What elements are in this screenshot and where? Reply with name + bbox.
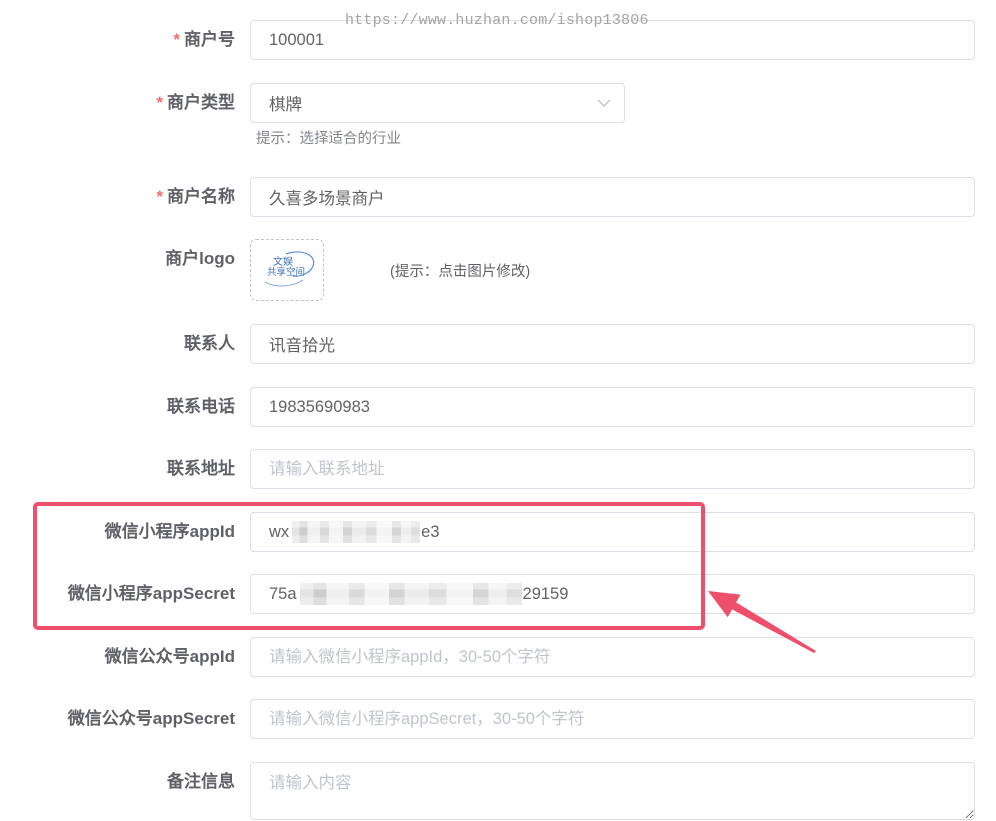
merchant-type-select[interactable] [250,83,625,123]
masked-region [292,521,421,543]
official-appid-input[interactable] [250,637,975,677]
merchant-type-control: 提示：选择适合的行业 [250,83,975,148]
merchant-name-input[interactable] [250,177,975,217]
required-mark: * [156,187,163,206]
contact-address-label: 联系地址 [167,459,235,478]
appid-value-end: e3 [421,523,440,541]
merchant-no-label-text: 商户号 [184,30,235,49]
form-item-contact-address: 联系地址 [0,449,975,489]
remark-control [250,762,975,820]
appsecret-value-start: 75a [269,585,297,603]
miniprogram-appid-control: wx e3 [250,512,975,552]
logo-text-bottom: 共享空间 [267,266,305,278]
merchant-name-label-text: 商户名称 [167,187,235,206]
contact-phone-input[interactable] [250,387,975,427]
contact-person-input[interactable] [250,324,975,364]
contact-phone-control [250,387,975,427]
form-item-merchant-logo: 商户logo 文娱 共享空间 (提示：点击图片修改) [0,239,975,301]
contact-address-control [250,449,975,489]
remark-label: 备注信息 [167,772,235,791]
form-item-miniprogram-appsecret: 微信小程序appSecret 75a 29159 [0,574,975,614]
miniprogram-appid-label: 微信小程序appId [104,522,235,541]
remark-textarea[interactable] [250,762,975,820]
form-item-remark: 备注信息 [0,762,975,820]
form-item-merchant-name: * 商户名称 [0,177,975,217]
masked-region [299,583,522,605]
merchant-logo-control: 文娱 共享空间 (提示：点击图片修改) [250,239,975,301]
logo-upload[interactable]: 文娱 共享空间 [250,239,324,301]
form-item-miniprogram-appid: 微信小程序appId wx e3 [0,512,975,552]
form-item-contact-person: 联系人 [0,324,975,364]
merchant-logo-label: 商户logo [165,249,235,268]
logo-hint: (提示：点击图片修改) [390,263,531,280]
merchant-type-hint: 提示：选择适合的行业 [256,131,401,147]
merchant-type-label-text: 商户类型 [167,93,235,112]
chevron-down-icon[interactable] [597,99,611,107]
merchant-type-label: * 商户类型 [0,83,235,123]
appid-value-start: wx [269,523,290,541]
merchant-name-control [250,177,975,217]
contact-person-control [250,324,975,364]
official-appid-control [250,637,975,677]
official-appsecret-control [250,699,975,739]
required-mark: * [173,30,180,49]
official-appid-label: 微信公众号appId [104,647,235,666]
watermark: https://www.huzhan.com/ishop13806 [345,12,649,29]
contact-person-label: 联系人 [184,334,235,353]
miniprogram-appsecret-label: 微信小程序appSecret [67,584,235,603]
miniprogram-appid-input[interactable]: wx e3 [250,512,975,552]
contact-phone-label: 联系电话 [167,397,235,416]
merchant-logo-image[interactable]: 文娱 共享空间 [251,240,323,300]
official-appsecret-label: 微信公众号appSecret [67,709,235,728]
contact-address-input[interactable] [250,449,975,489]
required-mark: * [156,93,163,112]
appsecret-value-end: 29159 [522,585,569,603]
form-item-contact-phone: 联系电话 [0,387,975,427]
merchant-no-label: * 商户号 [0,20,235,60]
miniprogram-appsecret-control: 75a 29159 [250,574,975,614]
form-item-official-appsecret: 微信公众号appSecret [0,699,975,739]
form-item-merchant-type: *商户类型 提示：选择适合的行业 [0,83,975,148]
merchant-name-label: * 商户名称 [0,177,235,217]
merchant-type-select-value[interactable] [250,83,625,123]
official-appsecret-input[interactable] [250,699,975,739]
miniprogram-appsecret-input[interactable]: 75a 29159 [250,574,975,614]
form-item-official-appid: 微信公众号appId [0,637,975,677]
